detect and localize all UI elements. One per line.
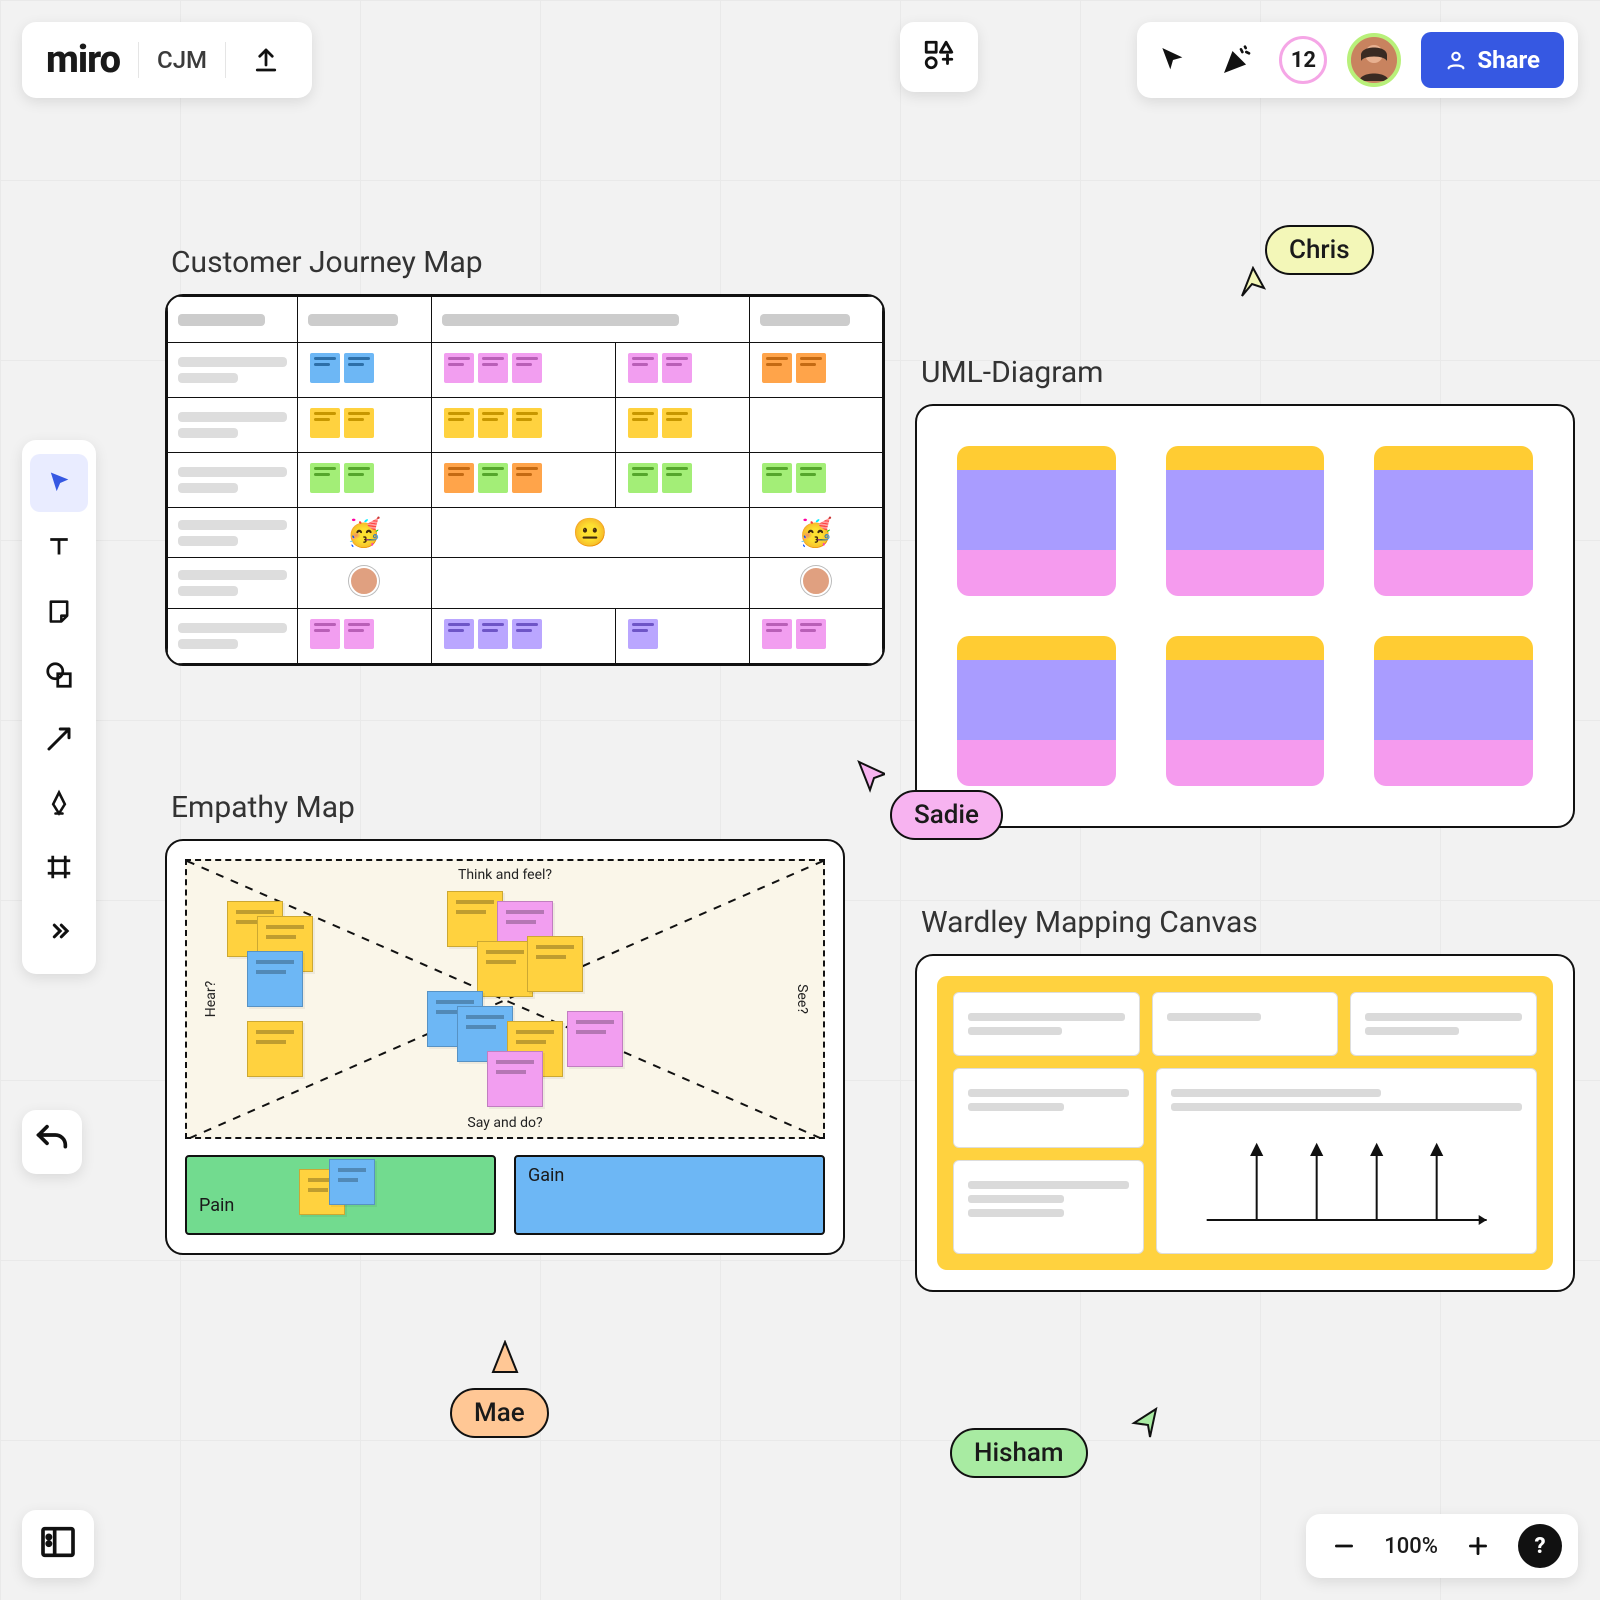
cursor-select-icon[interactable] — [1151, 38, 1195, 82]
persona-avatar — [349, 566, 379, 596]
help-button[interactable]: ? — [1518, 1524, 1562, 1568]
customer-journey-map-frame[interactable]: Customer Journey Map — [165, 245, 885, 666]
board-name[interactable]: CJM — [157, 46, 207, 74]
undo-button[interactable] — [22, 1110, 82, 1174]
uml-class-card[interactable] — [1374, 446, 1533, 596]
emp-title: Empathy Map — [171, 790, 845, 825]
empathy-diagram[interactable]: Think and feel? Say and do? Hear? See? — [185, 859, 825, 1139]
cursor-sadie-icon — [855, 760, 885, 794]
empathy-label-see: See? — [794, 984, 810, 1014]
persona-avatar — [801, 566, 831, 596]
uml-class-card[interactable] — [1374, 636, 1533, 786]
uml-class-card[interactable] — [957, 446, 1116, 596]
uml-class-card[interactable] — [1166, 446, 1325, 596]
current-user-avatar[interactable] — [1347, 33, 1401, 87]
uml-diagram-frame[interactable]: UML-Diagram — [915, 355, 1575, 828]
arrow-tool[interactable] — [30, 710, 88, 768]
text-tool[interactable] — [30, 518, 88, 576]
divider — [225, 42, 226, 78]
empathy-map-frame[interactable]: Empathy Map Think and feel? Say and do? … — [165, 790, 845, 1255]
cursor-chris-icon — [1238, 266, 1268, 300]
empathy-label-hear: Hear? — [203, 981, 219, 1017]
pen-tool[interactable] — [30, 774, 88, 832]
miro-logo[interactable]: miro — [46, 38, 120, 82]
zoom-controls: 100% ? — [1306, 1514, 1578, 1578]
wardley-grid[interactable] — [937, 976, 1553, 1270]
board-header: miro CJM — [22, 22, 312, 98]
emoji-party: 🥳 — [347, 516, 382, 549]
cjm-table[interactable]: 🥳 😐 🥳 — [167, 296, 883, 664]
minimap-toggle[interactable] — [22, 1510, 94, 1578]
upload-icon[interactable] — [244, 38, 288, 82]
empathy-label-think: Think and feel? — [458, 867, 552, 883]
wardley-canvas-frame[interactable]: Wardley Mapping Canvas — [915, 905, 1575, 1292]
frame-tool[interactable] — [30, 838, 88, 896]
zoom-in-button[interactable] — [1456, 1524, 1500, 1568]
cursor-chip-mae: Mae — [450, 1388, 549, 1438]
sticky-note-tool[interactable] — [30, 582, 88, 640]
tool-toolbar — [22, 440, 96, 974]
gain-label: Gain — [528, 1165, 564, 1186]
zoom-value[interactable]: 100% — [1384, 1534, 1438, 1559]
ward-title: Wardley Mapping Canvas — [921, 905, 1575, 940]
emoji-neutral: 😐 — [573, 516, 608, 549]
cursor-chip-chris: Chris — [1265, 225, 1374, 275]
share-button[interactable]: Share — [1421, 32, 1564, 88]
add-shape-button[interactable] — [900, 22, 978, 92]
cursor-mae-icon — [490, 1340, 520, 1378]
zoom-out-button[interactable] — [1322, 1524, 1366, 1568]
emoji-party: 🥳 — [798, 516, 833, 549]
uml-class-card[interactable] — [1166, 636, 1325, 786]
divider — [138, 42, 139, 78]
confetti-icon[interactable] — [1215, 38, 1259, 82]
more-tools[interactable] — [30, 902, 88, 960]
collaborator-count-badge[interactable]: 12 — [1279, 36, 1327, 84]
uml-class-card[interactable] — [957, 636, 1116, 786]
cjm-title: Customer Journey Map — [171, 245, 885, 280]
collab-bar: 12 Share — [1137, 22, 1578, 98]
cursor-chip-sadie: Sadie — [890, 790, 1003, 840]
pain-label: Pain — [199, 1195, 234, 1216]
uml-title: UML-Diagram — [921, 355, 1575, 390]
gain-box[interactable]: Gain — [514, 1155, 825, 1235]
select-tool[interactable] — [30, 454, 88, 512]
shape-tool[interactable] — [30, 646, 88, 704]
cursor-hisham-icon — [1130, 1405, 1160, 1439]
cursor-chip-hisham: Hisham — [950, 1428, 1088, 1478]
pain-box[interactable]: Pain — [185, 1155, 496, 1235]
share-label: Share — [1477, 46, 1540, 74]
empathy-label-say: Say and do? — [467, 1115, 542, 1131]
